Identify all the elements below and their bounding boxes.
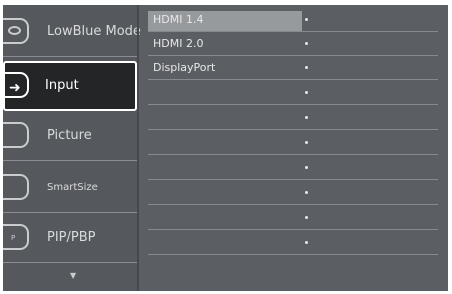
bullet-icon — [305, 116, 308, 119]
menu-item-input[interactable]: ➜ Input — [3, 61, 137, 111]
option-displayport[interactable]: DisplayPort — [148, 56, 438, 80]
input-arrow-icon: ➜ — [3, 72, 29, 98]
bullet-icon — [305, 66, 308, 69]
bullet-icon — [305, 216, 308, 219]
menu-item-label: Input — [45, 78, 79, 93]
menu-item-lowblue-mode[interactable]: LowBlue Mode — [3, 7, 141, 57]
submenu: HDMI 1.4 HDMI 2.0 DisplayPort — [139, 5, 448, 291]
bullet-icon — [305, 91, 308, 94]
bullet-icon — [305, 141, 308, 144]
bullet-icon — [305, 191, 308, 194]
option-empty — [148, 81, 438, 105]
option-empty — [148, 156, 438, 180]
bullet-icon — [305, 241, 308, 244]
pip-icon: P — [3, 224, 29, 250]
option-empty — [148, 206, 438, 230]
option-hdmi-1-4[interactable]: HDMI 1.4 — [148, 8, 438, 32]
menu-item-label: Picture — [47, 128, 92, 143]
option-empty — [148, 231, 438, 255]
option-empty — [148, 106, 438, 130]
eye-icon — [3, 18, 29, 44]
menu-item-label: PIP/PBP — [47, 230, 96, 245]
scroll-down-icon[interactable]: ▼ — [70, 271, 76, 280]
option-empty — [148, 181, 438, 205]
menu-item-pip-pbp[interactable]: P PIP/PBP — [3, 213, 137, 263]
menu-item-smartsize[interactable]: SmartSize — [3, 163, 137, 213]
option-empty — [148, 131, 438, 155]
osd-menu: LowBlue Mode ➜ Input Picture SmartSize P… — [3, 5, 448, 291]
picture-icon — [3, 122, 29, 148]
menu-item-label: SmartSize — [47, 182, 98, 193]
smartsize-icon — [3, 174, 29, 200]
option-hdmi-2-0[interactable]: HDMI 2.0 — [148, 32, 438, 56]
bullet-icon — [305, 42, 308, 45]
menu-item-label: LowBlue Mode — [47, 24, 141, 39]
main-menu: LowBlue Mode ➜ Input Picture SmartSize P… — [3, 5, 141, 291]
bullet-icon — [305, 166, 308, 169]
menu-item-picture[interactable]: Picture — [3, 111, 137, 161]
bullet-icon — [305, 18, 308, 21]
